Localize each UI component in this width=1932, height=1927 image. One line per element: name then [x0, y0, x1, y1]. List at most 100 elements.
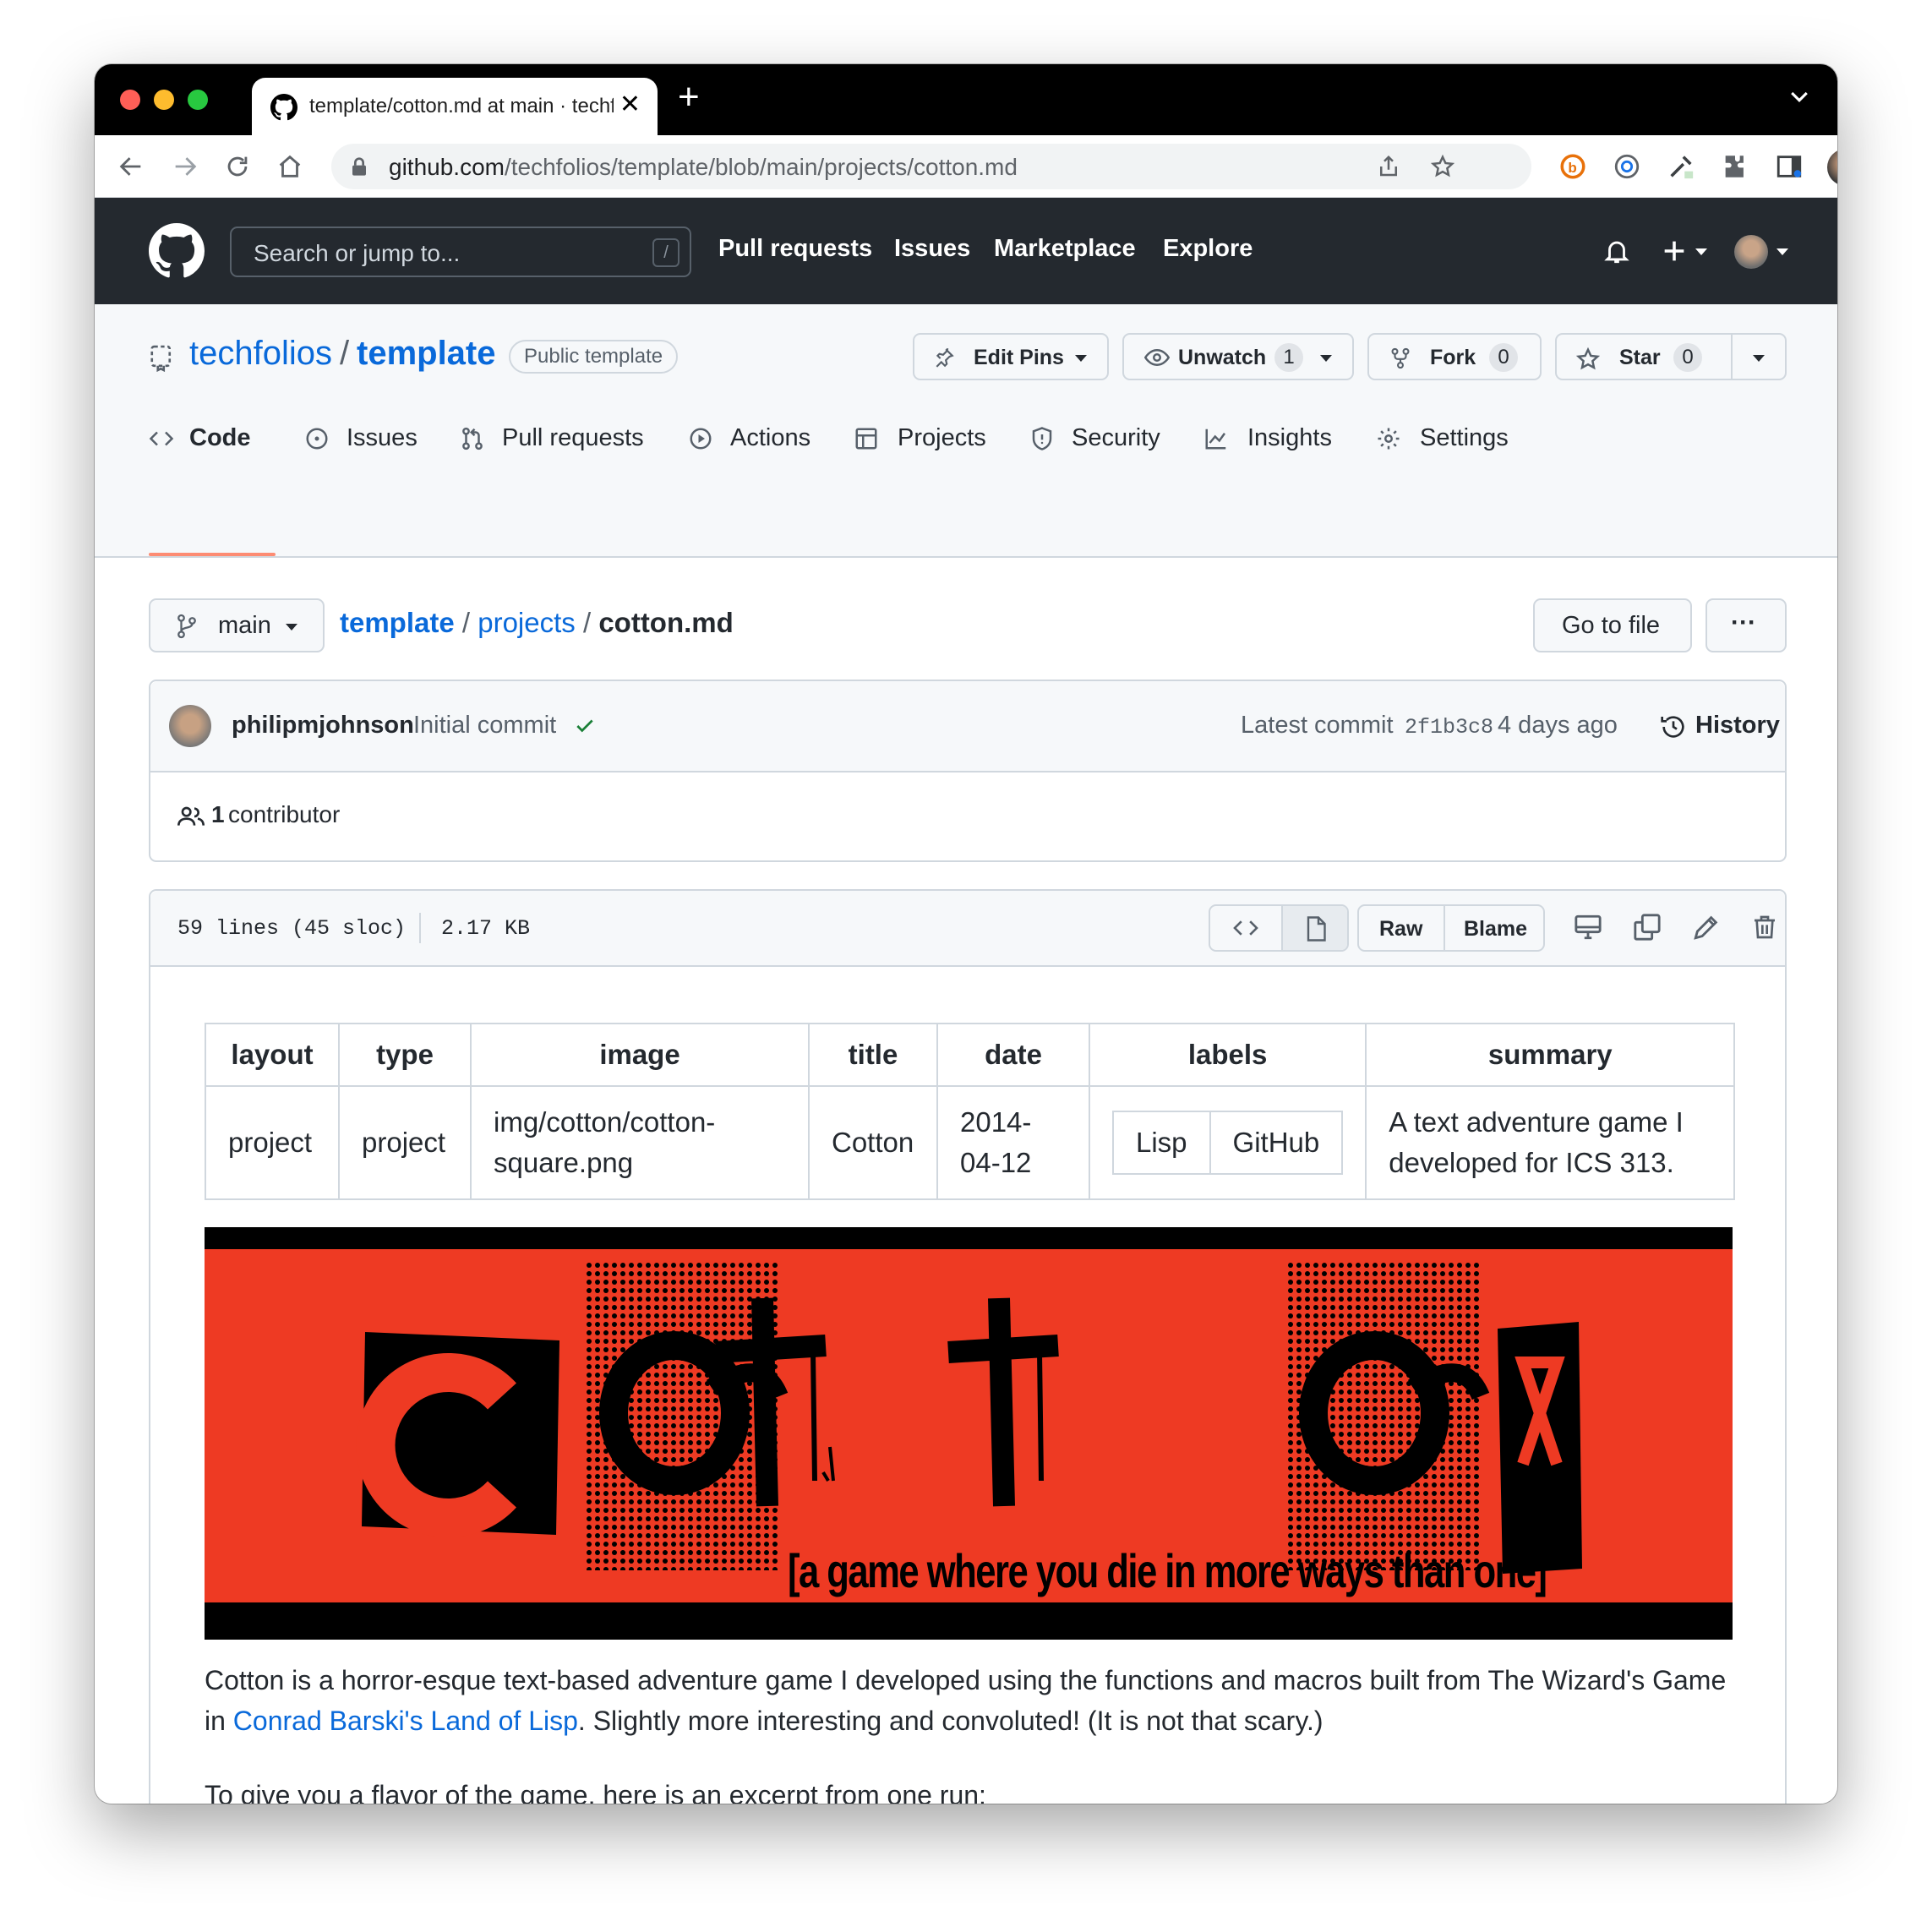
display-rendered-button[interactable] [1281, 906, 1347, 950]
repo-owner-link[interactable]: techfolios [189, 335, 332, 373]
display-source-button[interactable] [1210, 906, 1281, 950]
edit-pins-button[interactable]: Edit Pins [913, 333, 1109, 380]
contributors-label[interactable]: contributor [228, 801, 340, 828]
trash-delete-icon[interactable] [1751, 913, 1778, 942]
label-lisp: Lisp [1112, 1111, 1211, 1175]
raw-label: Raw [1379, 917, 1423, 941]
chevron-down-icon[interactable] [1787, 85, 1812, 110]
profile-avatar[interactable] [1827, 149, 1837, 186]
svg-text:b: b [1568, 160, 1576, 176]
copy-icon[interactable] [1633, 913, 1662, 942]
browser-window: template/cotton.md at main · techfolios/… [95, 64, 1837, 1804]
forks-count: 0 [1489, 343, 1518, 372]
github-favicon-icon [270, 94, 297, 121]
graph-icon [1205, 429, 1226, 450]
branch-select-button[interactable]: main [149, 598, 325, 652]
breadcrumb-projects-link[interactable]: projects [478, 607, 576, 638]
latest-commit-label: Latest commit [1241, 712, 1394, 739]
fork-button[interactable]: Fork 0 [1367, 333, 1542, 380]
cell-summary-line1: A text adventure game I [1389, 1106, 1684, 1138]
people-icon [177, 806, 205, 826]
desktop-open-icon[interactable] [1574, 913, 1602, 942]
address-bar[interactable]: github.com/techfolios/template/blob/main… [331, 144, 1531, 189]
blame-button[interactable]: Blame [1444, 906, 1543, 950]
user-avatar-menu[interactable] [1734, 235, 1768, 269]
issue-opened-icon [306, 428, 328, 450]
back-icon[interactable] [117, 152, 145, 181]
check-icon[interactable] [573, 715, 597, 737]
side-panel-icon[interactable] [1775, 152, 1804, 181]
pencil-edit-icon[interactable] [1692, 913, 1721, 942]
column-header: layout [205, 1023, 340, 1087]
git-branch-icon [177, 614, 196, 639]
nav-issues[interactable]: Issues [894, 235, 970, 263]
stars-count: 0 [1673, 343, 1702, 372]
info-divider [419, 913, 421, 943]
contributors-count[interactable]: 1 [211, 801, 225, 828]
browser-toolbar: github.com/techfolios/template/blob/main… [95, 135, 1837, 198]
create-new-plus-icon[interactable] [1660, 237, 1689, 265]
lock-icon [352, 157, 366, 176]
column-header: date [936, 1023, 1090, 1087]
bookmark-star-icon[interactable] [1430, 154, 1455, 179]
nav-explore[interactable]: Explore [1163, 235, 1253, 263]
star-label[interactable]: Star [1619, 346, 1661, 370]
nav-marketplace[interactable]: Marketplace [994, 235, 1136, 263]
cotton-banner-image: [a game where you die in more ways than … [205, 1227, 1733, 1640]
minimize-window-button[interactable] [154, 90, 174, 110]
active-tab-indicator [149, 553, 276, 556]
fork-icon [1391, 347, 1410, 369]
raw-button[interactable]: Raw [1359, 906, 1444, 950]
commit-sha-link[interactable]: 2f1b3c8 [1405, 715, 1493, 740]
view-toggle-group [1209, 904, 1349, 952]
author-avatar[interactable] [169, 705, 211, 747]
forward-icon[interactable] [171, 152, 199, 181]
close-tab-icon[interactable]: ✕ [619, 90, 641, 119]
breadcrumb-repo-link[interactable]: template [340, 607, 455, 638]
extension-at-icon[interactable] [1613, 152, 1641, 181]
zoom-window-button[interactable] [188, 90, 208, 110]
repo-separator: / [340, 335, 350, 372]
eyedropper-icon[interactable] [1667, 152, 1695, 181]
github-logo-icon[interactable] [149, 223, 205, 279]
share-icon[interactable] [1376, 154, 1401, 179]
cell-labels: Lisp GitHub [1088, 1085, 1367, 1200]
star-icon[interactable] [1575, 347, 1601, 372]
banner-tagline: [a game where you die in more ways than … [788, 1544, 1547, 1597]
repository-header: techfolios / template Public template Ed… [95, 304, 1837, 558]
browser-tab-active[interactable]: template/cotton.md at main · techfolios/… [252, 78, 658, 137]
tab-settings-label: Settings [1420, 424, 1509, 451]
puzzle-extensions-icon[interactable] [1721, 152, 1749, 181]
reload-icon[interactable] [223, 152, 252, 181]
history-link[interactable]: History [1695, 712, 1780, 740]
extension-b-icon[interactable]: b [1558, 152, 1587, 181]
global-search-input[interactable]: Search or jump to... / [230, 227, 691, 277]
commit-author-link[interactable]: philipmjohnson [232, 712, 414, 740]
new-tab-icon[interactable]: + [678, 76, 700, 118]
nav-pull-requests[interactable]: Pull requests [718, 235, 872, 263]
caret-down-icon [1695, 248, 1707, 255]
more-options-button[interactable]: ··· [1706, 598, 1787, 652]
raw-blame-group: Raw Blame [1357, 904, 1545, 952]
breadcrumb-separator: / [582, 607, 592, 638]
close-window-button[interactable] [120, 90, 140, 110]
branch-name: main [218, 612, 271, 639]
edit-pins-label: Edit Pins [974, 346, 1064, 369]
excerpt-intro-paragraph: To give you a flavor of the game, here i… [205, 1780, 986, 1804]
column-header: type [338, 1023, 472, 1087]
unwatch-button[interactable]: Unwatch 1 [1122, 333, 1354, 380]
notifications-bell-icon[interactable] [1602, 237, 1631, 265]
repo-name-link[interactable]: template [357, 335, 496, 373]
shield-icon [1032, 427, 1052, 450]
land-of-lisp-link[interactable]: Conrad Barski's Land of Lisp [233, 1706, 578, 1736]
home-icon[interactable] [276, 152, 304, 181]
star-lists-caret-icon[interactable] [1753, 355, 1765, 362]
file-header-bar: 59 lines (45 sloc) 2.17 KB Raw Blame [150, 891, 1785, 967]
column-header: image [470, 1023, 810, 1087]
table-icon [855, 428, 877, 450]
breadcrumb-current-file: cotton.md [598, 607, 734, 638]
pin-icon [936, 347, 954, 368]
history-clock-icon [1661, 716, 1684, 738]
go-to-file-button[interactable]: Go to file [1533, 598, 1692, 652]
commit-message-link[interactable]: Initial commit [413, 712, 556, 740]
